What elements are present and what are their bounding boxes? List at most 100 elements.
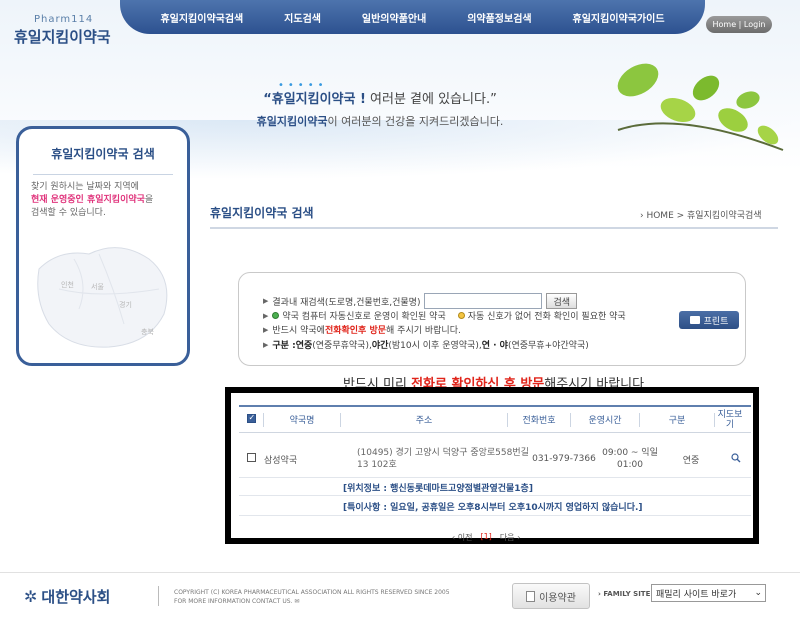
family-site-select[interactable]: 패밀리 사이트 바로가 ⌄ bbox=[651, 584, 766, 602]
sidebar-desc-2: 을 bbox=[144, 195, 154, 205]
call-notice-row: ▶ 반드시 약국에 전화확인후 방문 해 주시기 바랍니다. bbox=[263, 323, 461, 337]
search-input[interactable] bbox=[424, 293, 543, 309]
row-checkbox-cell bbox=[239, 453, 264, 465]
triangle-icon: ▶ bbox=[263, 325, 269, 334]
call-notice-red: 전화확인후 방문 bbox=[324, 326, 387, 336]
copyright-line-1: COPYRIGHT (C) KOREA PHARMACEUTICAL ASSOC… bbox=[174, 589, 450, 596]
search-button[interactable]: 검색 bbox=[546, 293, 578, 309]
site-logo[interactable]: Pharm114 휴일지킴이약국 bbox=[14, 14, 111, 47]
main-nav: 휴일지킴이약국검색 지도검색 일반의약품안내 의약품정보검색 휴일지킴이약국가이… bbox=[120, 0, 705, 34]
sidebar-desc-1: 찾기 원하시는 날짜와 지역에 bbox=[31, 182, 139, 192]
triangle-icon: ▶ bbox=[263, 297, 269, 305]
kpa-emblem-icon: ✲ bbox=[24, 587, 38, 606]
row-checkbox[interactable] bbox=[247, 453, 256, 462]
logo-small-text: Pharm114 bbox=[34, 14, 94, 25]
legend-green-text: 약국 컴퓨터 자동신호로 운영이 확인된 약국 bbox=[282, 312, 446, 322]
region-map[interactable]: 인천 서울 경기 충북 bbox=[29, 229, 179, 354]
type-3-desc: (연중무휴+야간약국) bbox=[507, 341, 589, 351]
document-icon bbox=[526, 590, 536, 602]
sidebar-desc-pink: 현재 운영중인 휴일지킴이약국 bbox=[31, 195, 145, 205]
type-2-desc: (밤10시 이후 운영약국), bbox=[388, 341, 482, 351]
map-label-gyeonggi[interactable]: 경기 bbox=[119, 300, 132, 309]
print-button[interactable]: 프린트 bbox=[679, 311, 739, 329]
pharmacy-name[interactable]: 삼성약국 bbox=[264, 453, 304, 466]
col-header-map: 지도보기 bbox=[717, 409, 743, 430]
nav-item-drug-info[interactable]: 의약품정보검색 bbox=[467, 10, 531, 25]
col-header-address: 주소 bbox=[415, 416, 433, 426]
col-header-name: 약국명 bbox=[289, 416, 315, 426]
pharmacy-hours: 09:00 ~ 익일 01:00 bbox=[602, 448, 658, 470]
page-title: 휴일지킴이약국 검색 bbox=[210, 206, 314, 220]
slogan-dots: ••••• bbox=[278, 80, 328, 91]
sidebar-desc-3: 검색할 수 있습니다. bbox=[31, 208, 106, 218]
family-site-select-value: 패밀리 사이트 바로가 bbox=[656, 589, 737, 600]
legend-yellow-text: 자동 신호가 없어 전화 확인이 필요한 약국 bbox=[467, 312, 626, 322]
slogan: ••••• “휴일지킴이약국 ! 여러분 곁에 있습니다.” 휴일지킴이약국이 … bbox=[230, 80, 530, 129]
select-all-cell bbox=[239, 413, 263, 426]
row-divider bbox=[239, 515, 751, 516]
nav-item-pharmacy-search[interactable]: 휴일지킴이약국검색 bbox=[160, 10, 243, 25]
yellow-signal-icon bbox=[457, 312, 465, 319]
slogan-line-2-rest: 이 여러분의 건강을 지켜드리겠습니다. bbox=[327, 115, 504, 128]
map-label-chungbuk[interactable]: 충북 bbox=[141, 327, 154, 336]
pager-current[interactable]: [1] bbox=[480, 532, 491, 543]
magnifier-icon[interactable] bbox=[731, 452, 741, 463]
green-signal-icon bbox=[272, 312, 280, 319]
breadcrumb: › HOME > 휴일지킴이약국검색 bbox=[640, 211, 762, 221]
map-view-cell bbox=[721, 452, 751, 466]
footer-divider bbox=[0, 572, 800, 573]
map-label-incheon[interactable]: 인천 bbox=[61, 280, 74, 289]
sidebar-search-box: 휴일지킴이약국 검색 찾기 원하시는 날짜와 지역에 현재 운영중인 휴일지킴이… bbox=[16, 126, 190, 366]
slogan-line-2-bold: 휴일지킴이약국 bbox=[256, 115, 328, 128]
search-row: ▶ 결과내 재검색(도로명,건물번호,건물명) 검색 bbox=[263, 293, 578, 309]
type-1-desc: (연중무휴약국), bbox=[312, 341, 372, 351]
select-all-checkbox[interactable] bbox=[246, 413, 256, 423]
results-frame: 약국명 주소 전화번호 운영시간 구분 지도보기 삼성약국 (10495) 경기… bbox=[225, 387, 759, 544]
legend-row: ▶ 약국 컴퓨터 자동신호로 운영이 확인된 약국 자동 신호가 없어 전화 확… bbox=[263, 309, 626, 323]
slogan-line-1: “휴일지킴이약국 ! 여러분 곁에 있습니다.” bbox=[230, 88, 530, 107]
call-notice-pre: 반드시 약국에 bbox=[272, 326, 325, 336]
search-label: 결과내 재검색(도로명,건물번호,건물명) bbox=[272, 297, 421, 308]
nav-item-otc-guide[interactable]: 일반의약품안내 bbox=[362, 10, 426, 25]
nav-item-guide[interactable]: 휴일지킴이약국가이드 bbox=[573, 10, 665, 25]
map-label-seoul[interactable]: 서울 bbox=[91, 282, 104, 291]
col-header-hours: 운영시간 bbox=[588, 416, 622, 426]
type-label: 구분 : bbox=[272, 341, 296, 351]
pager-prev[interactable]: ‹ 이전 bbox=[452, 532, 472, 543]
pharmacy-phone: 031-979-7366 bbox=[532, 454, 596, 464]
location-info: [위치정보 : 행신동롯데마트고양점별관옆건물1층] bbox=[343, 484, 533, 494]
footer-logo[interactable]: ✲ 대한약사회 bbox=[24, 586, 110, 607]
mail-icon[interactable]: ✉ bbox=[294, 598, 299, 605]
copyright-line-2: FOR MORE INFORMATION CONTACT US. bbox=[174, 598, 293, 605]
slogan-line-2: 휴일지킴이약국이 여러분의 건강을 지켜드리겠습니다. bbox=[230, 113, 530, 129]
col-header-phone: 전화번호 bbox=[522, 416, 556, 426]
table-header: 약국명 주소 전화번호 운영시간 구분 지도보기 bbox=[239, 405, 751, 433]
pharmacy-type: 연중 bbox=[682, 455, 700, 466]
terms-button-label: 이용약관 bbox=[539, 592, 576, 604]
chevron-down-icon: ⌄ bbox=[754, 588, 762, 598]
printer-icon bbox=[689, 316, 700, 324]
call-notice-post: 해 주시기 바랍니다. bbox=[386, 326, 461, 336]
home-login-button[interactable]: Home | Login bbox=[706, 16, 772, 33]
content-divider bbox=[210, 227, 778, 229]
leaves-illustration bbox=[617, 63, 784, 151]
logo-main-text: 휴일지킴이약국 bbox=[14, 28, 111, 46]
triangle-icon: ▶ bbox=[263, 311, 269, 320]
row-divider bbox=[239, 495, 751, 496]
family-site-label: › FAMILY SITE bbox=[598, 590, 651, 598]
pharmacy-address: (10495) 경기 고양시 덕양구 중앙로558번길 13 102호 bbox=[357, 448, 529, 470]
print-button-label: 프린트 bbox=[703, 316, 729, 327]
special-note: [특이사항 : 일요일, 공휴일은 오후8시부터 오후10시까지 영업하지 않습… bbox=[343, 503, 643, 513]
row-divider bbox=[239, 477, 751, 478]
sidebar-title: 휴일지킴이약국 검색 bbox=[51, 147, 155, 161]
search-panel: ▶ 결과내 재검색(도로명,건물번호,건물명) 검색 ▶ 약국 컴퓨터 자동신호… bbox=[238, 272, 746, 366]
slogan-line-1-bold: “휴일지킴이약국 ! bbox=[263, 92, 366, 107]
type-1: 연중 bbox=[295, 341, 313, 351]
nav-item-map-search[interactable]: 지도검색 bbox=[284, 10, 321, 25]
type-3: 연 · 야 bbox=[481, 341, 508, 351]
pagination: ‹ 이전 [1] 다음 › bbox=[452, 532, 520, 543]
slogan-line-1-rest: 여러분 곁에 있습니다.” bbox=[365, 92, 497, 107]
terms-button[interactable]: 이용약관 bbox=[512, 583, 590, 609]
col-header-type: 구분 bbox=[668, 416, 686, 426]
pager-next[interactable]: 다음 › bbox=[500, 532, 520, 543]
